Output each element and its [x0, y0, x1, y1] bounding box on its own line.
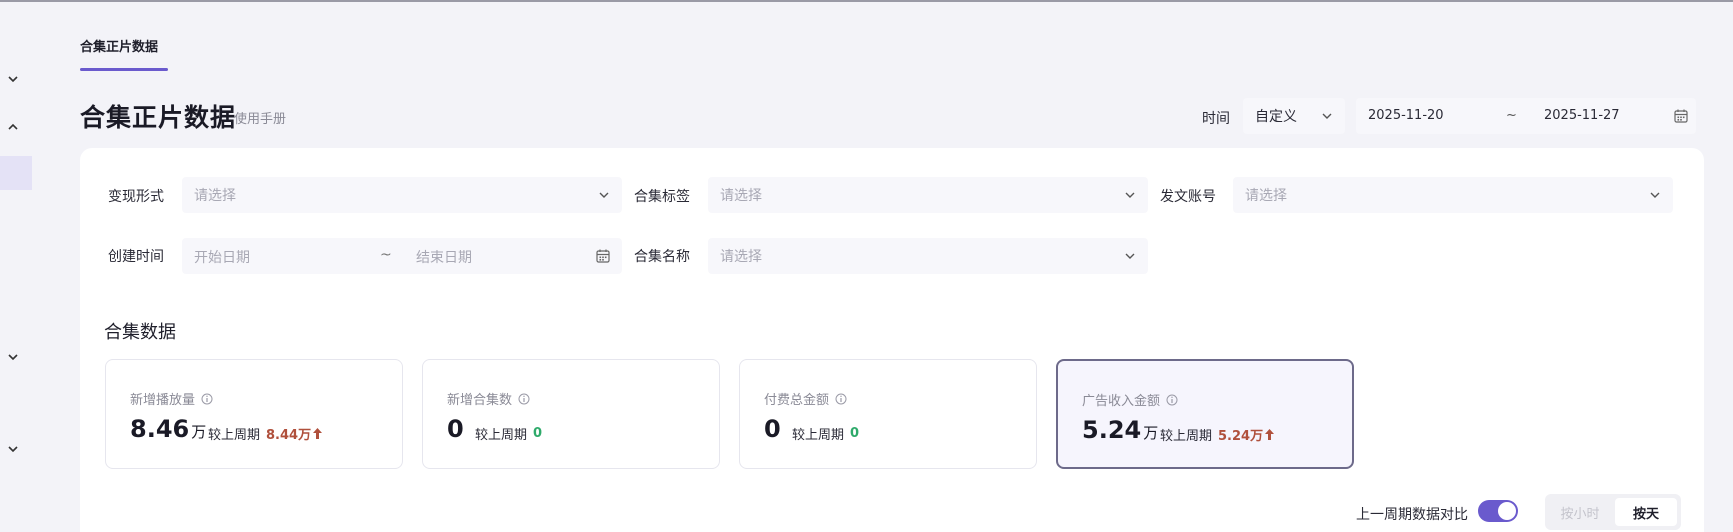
compare-label: 较上周期	[792, 428, 845, 443]
metric-unit: 万	[191, 423, 207, 441]
compare-value: 0	[850, 426, 860, 441]
create-time-label: 创建时间	[108, 249, 164, 265]
date-end[interactable]: 2025-11-27	[1544, 108, 1620, 123]
collection-tag-select[interactable]: 请选择	[708, 177, 1148, 213]
date-start[interactable]: 2025-11-20	[1368, 108, 1444, 123]
compare-toggle[interactable]	[1478, 500, 1518, 522]
calendar-icon	[1674, 109, 1688, 123]
granularity-switch: 按小时 按天	[1545, 494, 1681, 530]
chevron-down-icon	[1322, 113, 1332, 119]
compare-label: 较上周期	[475, 428, 528, 443]
tab-active-indicator	[80, 68, 168, 71]
metric-value: 0	[764, 415, 781, 443]
left-sidebar	[0, 0, 32, 532]
metric-card-new-plays[interactable]: 新增播放量 8.46 万 较上周期 8.44万	[105, 359, 403, 469]
chevron-up-icon[interactable]	[6, 120, 20, 134]
date-range-picker[interactable]: 2025-11-20 ~ 2025-11-27	[1356, 98, 1696, 134]
create-time-start[interactable]: 开始日期	[194, 247, 250, 267]
info-icon[interactable]	[201, 393, 213, 405]
tab-collection-data[interactable]: 合集正片数据	[80, 36, 158, 55]
user-manual-link[interactable]: 使用手册	[234, 108, 286, 127]
metric-value: 8.46	[130, 415, 190, 443]
metric-unit: 万	[1143, 424, 1159, 442]
chevron-down-icon	[1650, 192, 1660, 198]
chevron-down-icon[interactable]	[6, 72, 20, 86]
compare-value: 5.24万	[1218, 429, 1264, 444]
chevron-down-icon	[1125, 192, 1135, 198]
collection-tag-placeholder: 请选择	[720, 188, 762, 204]
collection-tag-label: 合集标签	[634, 189, 690, 205]
metric-label: 新增合集数	[447, 393, 513, 408]
page-title: 合集正片数据	[80, 103, 237, 132]
time-mode-select[interactable]: 自定义	[1243, 98, 1345, 134]
metric-label: 新增播放量	[130, 393, 196, 408]
metric-card-total-paid[interactable]: 付费总金额 0 较上周期 0	[739, 359, 1037, 469]
metric-label: 付费总金额	[764, 393, 830, 408]
create-time-separator: ~	[380, 247, 392, 263]
granularity-hourly[interactable]: 按小时	[1549, 498, 1611, 526]
metric-value: 0	[447, 415, 464, 443]
metric-label: 广告收入金额	[1082, 394, 1161, 409]
metric-card-new-collections[interactable]: 新增合集数 0 较上周期 0	[422, 359, 720, 469]
create-time-range[interactable]: 开始日期 ~ 结束日期	[182, 238, 622, 274]
arrow-up-icon	[313, 428, 323, 439]
create-time-end[interactable]: 结束日期	[416, 247, 472, 267]
chevron-down-icon	[1125, 253, 1135, 259]
compare-toggle-label: 上一周期数据对比	[1356, 507, 1468, 523]
compare-value: 0	[533, 426, 543, 441]
arrow-up-icon	[1265, 429, 1275, 440]
section-title: 合集数据	[104, 322, 176, 343]
metric-card-ad-revenue[interactable]: 广告收入金额 5.24 万 较上周期 5.24万	[1056, 359, 1354, 469]
publish-account-label: 发文账号	[1160, 189, 1216, 205]
toggle-knob	[1498, 502, 1516, 520]
collection-name-label: 合集名称	[634, 249, 690, 265]
window-top-border	[0, 0, 1733, 2]
info-icon[interactable]	[518, 393, 530, 405]
info-icon[interactable]	[835, 393, 847, 405]
granularity-daily[interactable]: 按天	[1615, 498, 1677, 526]
publish-account-select[interactable]: 请选择	[1233, 177, 1673, 213]
monetization-placeholder: 请选择	[194, 188, 236, 204]
date-separator: ~	[1506, 108, 1517, 123]
calendar-icon	[596, 249, 610, 263]
publish-account-placeholder: 请选择	[1245, 188, 1287, 204]
time-label: 时间	[1202, 111, 1230, 127]
time-mode-value: 自定义	[1255, 109, 1297, 125]
collection-name-placeholder: 请选择	[720, 249, 762, 265]
chevron-down-icon	[599, 192, 609, 198]
monetization-label: 变现形式	[108, 189, 164, 205]
chevron-down-icon[interactable]	[6, 350, 20, 364]
chevron-down-icon[interactable]	[6, 442, 20, 456]
compare-label: 较上周期	[1160, 429, 1213, 444]
metric-value: 5.24	[1082, 416, 1142, 444]
collection-name-select[interactable]: 请选择	[708, 238, 1148, 274]
compare-label: 较上周期	[208, 428, 261, 443]
monetization-select[interactable]: 请选择	[182, 177, 622, 213]
sidebar-selected-item[interactable]	[0, 156, 32, 190]
compare-value: 8.44万	[266, 428, 312, 443]
info-icon[interactable]	[1166, 394, 1178, 406]
